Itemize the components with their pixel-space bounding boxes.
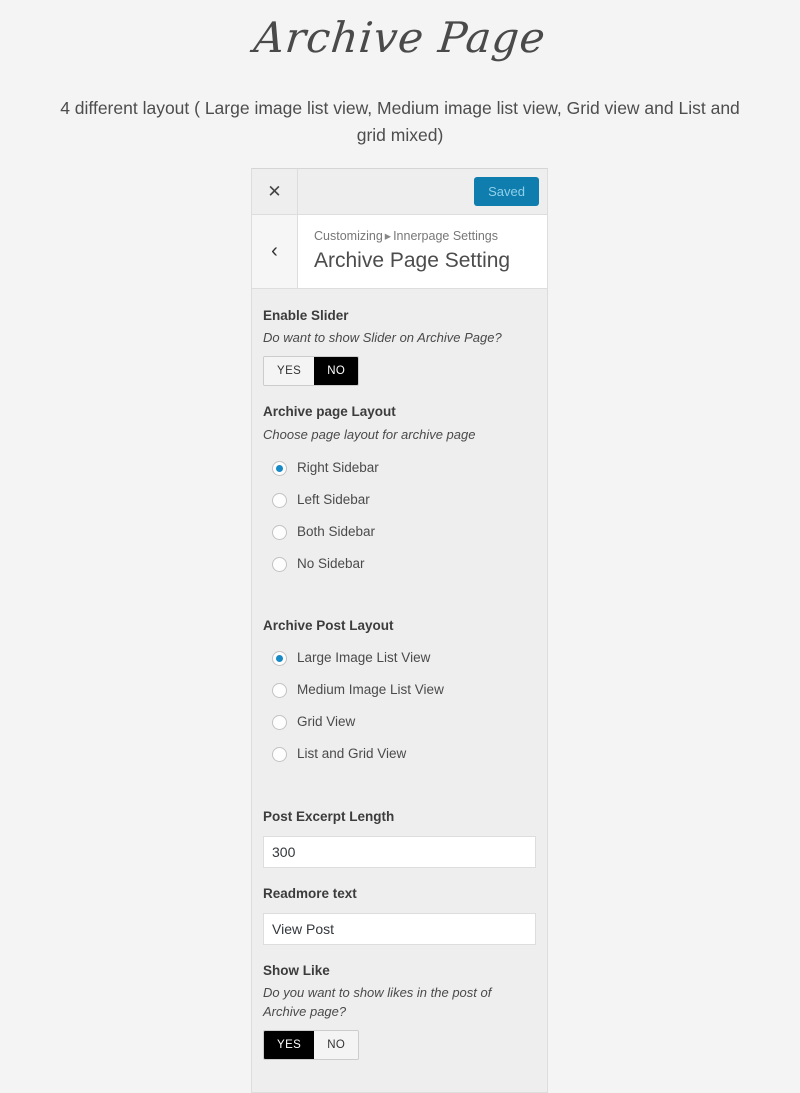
save-button[interactable]: Saved xyxy=(474,177,539,206)
page-subtitle: 4 different layout ( Large image list vi… xyxy=(60,98,740,146)
radio-mark-icon xyxy=(272,460,287,476)
post-excerpt-length-input[interactable] xyxy=(263,835,536,868)
radio-mark-icon xyxy=(272,492,287,508)
control-archive-page-layout: Archive page Layout Choose page layout f… xyxy=(263,402,536,580)
breadcrumb-current[interactable]: Innerpage Settings xyxy=(393,229,498,243)
page-title: Archive Page xyxy=(251,13,549,62)
radio-label: Large Image List View xyxy=(297,650,431,666)
radio-label: Right Sidebar xyxy=(297,459,379,475)
readmore-text-input[interactable] xyxy=(263,913,536,946)
radio-label: No Sidebar xyxy=(297,555,365,571)
radio-label: Left Sidebar xyxy=(297,491,370,507)
archive-page-layout-radio-group: Right Sidebar Left Sidebar Both Sidebar … xyxy=(263,452,536,580)
customizer-section-header: ‹ Customizing ▸ Innerpage Settings Archive… xyxy=(252,215,547,290)
breadcrumb: Customizing ▸ Innerpage Settings xyxy=(314,227,533,246)
radio-mark-icon xyxy=(272,683,287,699)
control-title: Archive Post Layout xyxy=(263,618,394,634)
radio-label: Grid View xyxy=(297,714,356,730)
radio-option-medium-image-list-view[interactable]: Medium Image List View xyxy=(263,675,536,707)
archive-post-layout-radio-group: Large Image List View Medium Image List … xyxy=(263,643,536,771)
breadcrumb-separator-icon: ▸ xyxy=(384,229,392,243)
control-title: Post Excerpt Length xyxy=(263,808,395,824)
show-like-toggle[interactable]: YES NO xyxy=(263,1030,360,1061)
control-description: Do you want to show likes in the post of… xyxy=(263,985,492,1020)
control-title: Enable Slider xyxy=(263,308,349,324)
control-title: Archive page Layout xyxy=(263,404,396,420)
control-description: Choose page layout for archive page xyxy=(263,426,476,442)
radio-option-grid-view[interactable]: Grid View xyxy=(263,707,536,739)
radio-mark-icon xyxy=(272,715,287,731)
radio-label: List and Grid View xyxy=(297,746,407,762)
enable-slider-toggle[interactable]: YES NO xyxy=(263,356,360,387)
radio-label: Both Sidebar xyxy=(297,523,376,539)
topbar-actions: Saved xyxy=(298,169,547,214)
radio-mark-icon xyxy=(272,747,287,763)
radio-option-left-sidebar[interactable]: Left Sidebar xyxy=(263,484,536,516)
breadcrumb-root[interactable]: Customizing xyxy=(314,229,383,243)
control-description: Do want to show Slider on Archive Page? xyxy=(263,330,502,346)
enable-slider-yes-option[interactable]: YES xyxy=(264,357,315,386)
header-titles: Customizing ▸ Innerpage Settings Archive P… xyxy=(298,215,547,288)
control-title: Show Like xyxy=(263,963,330,979)
radio-mark-icon xyxy=(272,524,287,540)
radio-option-right-sidebar[interactable]: Right Sidebar xyxy=(263,452,536,484)
control-readmore-text: Readmore text xyxy=(263,884,536,946)
radio-mark-icon xyxy=(272,651,287,667)
page-header: Archive Page 4 different layout ( Large … xyxy=(0,0,800,150)
radio-option-both-sidebar[interactable]: Both Sidebar xyxy=(263,516,536,548)
show-like-yes-option[interactable]: YES xyxy=(264,1031,315,1060)
radio-option-list-and-grid-view[interactable]: List and Grid View xyxy=(263,739,536,771)
control-archive-post-layout: Archive Post Layout Large Image List Vie… xyxy=(263,616,536,770)
radio-label: Medium Image List View xyxy=(297,682,444,698)
panel-title: Archive Page Setting xyxy=(314,248,511,272)
customizer-panel: ✕ Saved ‹ Customizing ▸ Innerpage Settings… xyxy=(251,168,548,1093)
radio-mark-icon xyxy=(272,556,287,572)
show-like-no-option[interactable]: NO xyxy=(314,1031,359,1060)
chevron-left-icon[interactable]: ‹ xyxy=(252,215,298,289)
control-show-like: Show Like Do you want to show likes in t… xyxy=(263,961,536,1061)
control-title: Readmore text xyxy=(263,885,357,901)
customizer-body: Enable Slider Do want to show Slider on … xyxy=(252,289,547,1093)
panel-footer-spacer xyxy=(263,1076,536,1092)
control-post-excerpt-length: Post Excerpt Length xyxy=(263,807,536,868)
radio-option-large-image-list-view[interactable]: Large Image List View xyxy=(263,643,536,675)
enable-slider-no-option[interactable]: NO xyxy=(314,357,359,386)
radio-option-no-sidebar[interactable]: No Sidebar xyxy=(263,548,536,580)
control-enable-slider: Enable Slider Do want to show Slider on … xyxy=(263,306,536,387)
close-icon[interactable]: ✕ xyxy=(252,169,298,214)
customizer-topbar: ✕ Saved xyxy=(252,169,547,215)
